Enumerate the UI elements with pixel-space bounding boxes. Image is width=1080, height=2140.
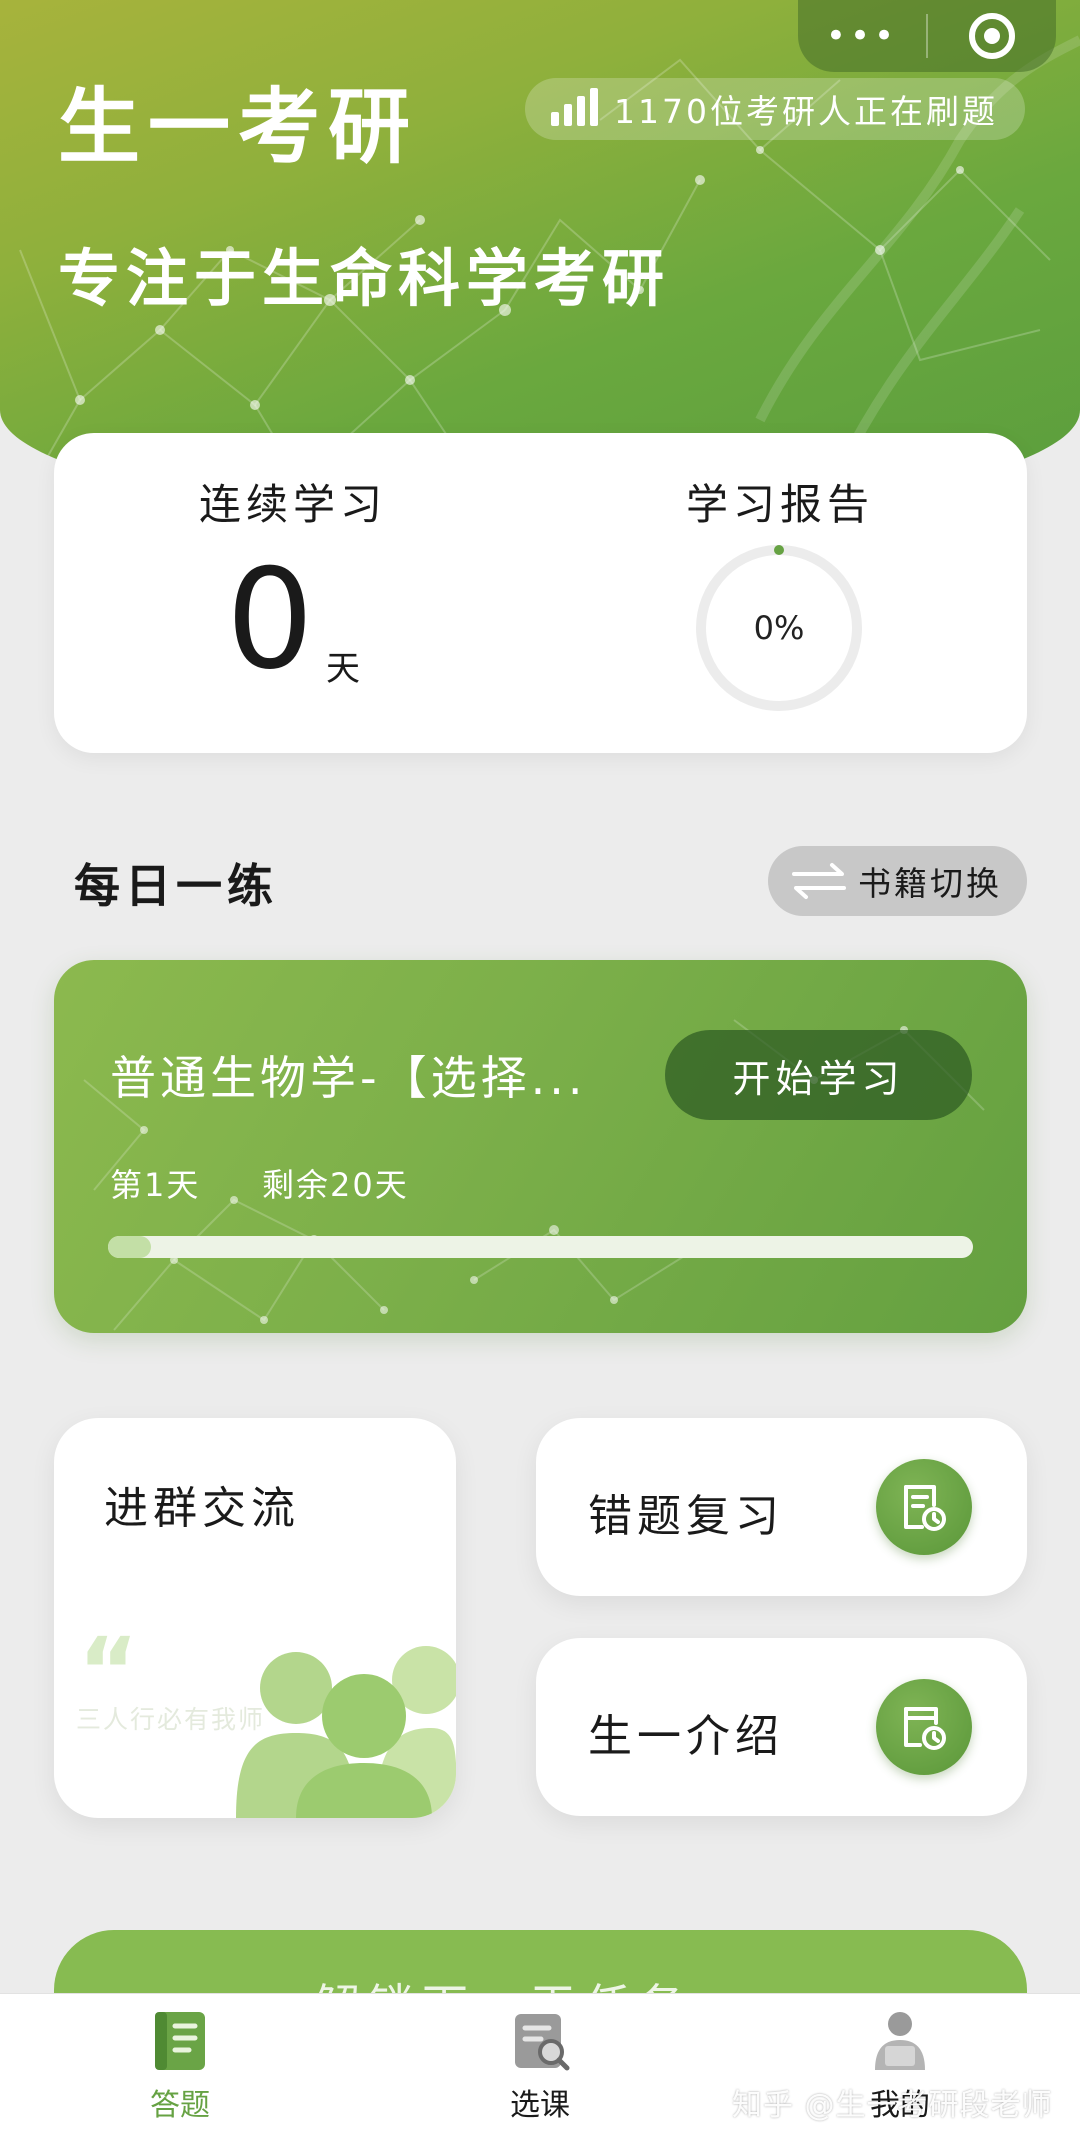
group-chat-title: 进群交流 — [104, 1483, 300, 1534]
tab-course-label: 选课 — [510, 2088, 570, 2123]
book-switch-button[interactable]: 书籍切换 — [768, 846, 1027, 916]
app-title: 生一考研 — [58, 80, 419, 175]
app-subtitle: 专注于生命科学考研 — [58, 242, 671, 315]
profile-icon — [875, 2012, 925, 2070]
mini-program-capsule: ••• — [798, 0, 1056, 72]
review-document-icon — [876, 1459, 972, 1555]
target-icon[interactable] — [928, 0, 1056, 72]
book-switch-label: 书籍切换 — [858, 864, 1002, 903]
tab-course[interactable]: 选课 — [460, 2008, 620, 2138]
intro-tile[interactable]: 生一介绍 — [536, 1638, 1027, 1816]
start-study-button[interactable]: 开始学习 — [665, 1030, 972, 1120]
tab-answer[interactable]: 答题 — [100, 2008, 260, 2138]
streak-unit: 天 — [326, 649, 360, 689]
streak-value: 0 — [226, 539, 314, 700]
daily-progress-fill — [108, 1236, 152, 1258]
signal-bars-icon — [551, 88, 598, 126]
people-group-icon — [236, 1646, 456, 1818]
group-chat-tile[interactable]: 进群交流 “ 三人行必有我师 — [54, 1418, 456, 1818]
section-title-daily: 每日一练 — [74, 859, 278, 913]
more-dots-icon[interactable]: ••• — [798, 0, 926, 72]
remaining-days: 剩余20天 — [262, 1166, 409, 1204]
network-decoration — [83, 1019, 985, 1331]
live-count-pill: 1170位考研人正在刷题 — [525, 78, 1025, 140]
stats-card: 连续学习 0 天 学习报告 0% — [54, 433, 1027, 753]
live-count-text: 1170位考研人正在刷题 — [614, 92, 998, 131]
book-icon — [155, 2012, 205, 2070]
course-search-icon — [515, 2014, 570, 2071]
intro-calendar-icon — [876, 1679, 972, 1775]
wrong-questions-title: 错题复习 — [588, 1491, 784, 1542]
report-progress-text: 0% — [753, 609, 805, 647]
intro-title: 生一介绍 — [588, 1711, 784, 1762]
daily-practice-card[interactable]: 普通生物学-【选择... 开始学习 第1天 剩余20天 — [54, 960, 1027, 1333]
wrong-questions-tile[interactable]: 错题复习 — [536, 1418, 1027, 1596]
swap-arrows-icon — [792, 863, 846, 899]
tab-answer-label: 答题 — [150, 2088, 210, 2123]
course-title: 普通生物学-【选择... — [110, 1051, 587, 1105]
watermark: 知乎 @生一考研段老师 — [732, 2088, 1053, 2123]
current-day: 第1天 — [110, 1166, 201, 1204]
daily-progress-bar — [108, 1236, 973, 1258]
report-label[interactable]: 学习报告 — [686, 471, 874, 532]
streak-label: 连续学习 — [199, 480, 388, 529]
